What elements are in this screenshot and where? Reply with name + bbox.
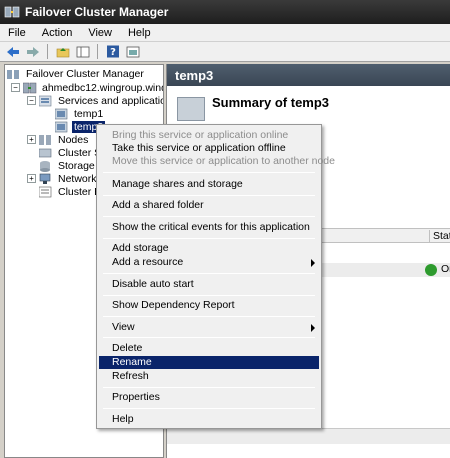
menu-separator bbox=[103, 408, 315, 409]
menu-help[interactable]: Help bbox=[120, 27, 159, 39]
menu-item-manage-shares[interactable]: Manage shares and storage bbox=[99, 178, 319, 191]
menu-item-refresh[interactable]: Refresh bbox=[99, 370, 319, 383]
menu-item-add-resource[interactable]: Add a resource bbox=[99, 256, 319, 269]
toolbar: ? bbox=[0, 42, 450, 62]
horizontal-scrollbar[interactable] bbox=[167, 428, 450, 444]
menu-action[interactable]: Action bbox=[34, 27, 81, 39]
menu-item-label: View bbox=[112, 321, 135, 333]
menu-separator bbox=[103, 238, 315, 239]
menu-item-bring-online[interactable]: Bring this service or application online bbox=[99, 129, 319, 142]
menu-separator bbox=[103, 195, 315, 196]
menu-item-label: Add a resource bbox=[112, 256, 184, 268]
shared-volumes-icon bbox=[38, 147, 53, 159]
show-tree-icon[interactable] bbox=[74, 43, 91, 60]
menu-item-add-storage[interactable]: Add storage bbox=[99, 242, 319, 255]
help-icon[interactable]: ? bbox=[104, 43, 121, 60]
menu-separator bbox=[103, 216, 315, 217]
menu-item-view[interactable]: View bbox=[99, 321, 319, 334]
column-header-row: Statu bbox=[317, 228, 450, 243]
tree-label: Storage bbox=[58, 159, 95, 172]
collapse-toggle[interactable]: − bbox=[27, 96, 36, 105]
menu-file[interactable]: File bbox=[0, 27, 34, 39]
services-icon bbox=[38, 95, 53, 107]
tree-item-temp1[interactable]: temp1 bbox=[54, 107, 105, 120]
menu-separator bbox=[103, 337, 315, 338]
menu-item-dependency-report[interactable]: Show Dependency Report bbox=[99, 299, 319, 312]
table-row[interactable]: Or bbox=[317, 263, 450, 277]
menu-item-take-offline[interactable]: Take this service or application offline bbox=[99, 142, 319, 155]
cluster-manager-icon bbox=[4, 4, 20, 20]
menu-bar: File Action View Help bbox=[0, 24, 450, 42]
menu-item-move[interactable]: Move this service or application to anot… bbox=[99, 155, 335, 168]
menu-separator bbox=[103, 172, 315, 173]
menu-separator bbox=[103, 387, 315, 388]
submenu-arrow-icon bbox=[311, 324, 315, 332]
status-value: Or bbox=[441, 263, 450, 275]
tree-label: ahmedbc12.wingroup.windepl bbox=[42, 81, 163, 94]
networks-icon bbox=[39, 173, 53, 185]
tree-item-services[interactable]: Services and applications bbox=[38, 94, 163, 107]
tree-item-networks[interactable]: Networks bbox=[39, 172, 104, 185]
online-status-icon bbox=[425, 264, 437, 276]
back-arrow-icon[interactable] bbox=[4, 43, 21, 60]
menu-view[interactable]: View bbox=[80, 27, 120, 39]
storage-icon bbox=[39, 160, 53, 172]
tree-label: temp1 bbox=[74, 107, 104, 120]
cluster-manager-icon bbox=[7, 68, 21, 80]
tree-label: Nodes bbox=[58, 133, 89, 146]
menu-item-rename[interactable]: Rename bbox=[99, 356, 319, 369]
toolbar-separator bbox=[97, 44, 98, 59]
menu-item-show-critical-events[interactable]: Show the critical events for this applic… bbox=[99, 221, 319, 234]
context-menu: Bring this service or application online… bbox=[96, 124, 335, 429]
events-icon bbox=[38, 186, 53, 198]
submenu-arrow-icon bbox=[311, 259, 315, 267]
menu-separator bbox=[103, 295, 315, 296]
menu-separator bbox=[103, 273, 315, 274]
window-title: Failover Cluster Manager bbox=[25, 5, 169, 19]
tree-item-nodes[interactable]: Nodes bbox=[39, 133, 90, 146]
application-icon bbox=[177, 97, 205, 121]
tree-item-root[interactable]: Failover Cluster Manager bbox=[7, 67, 146, 80]
menu-item-help[interactable]: Help bbox=[99, 413, 319, 426]
expand-toggle[interactable]: + bbox=[27, 135, 36, 144]
summary-title: Summary of temp3 bbox=[212, 95, 330, 110]
expand-toggle[interactable]: + bbox=[27, 174, 36, 183]
collapse-toggle[interactable]: − bbox=[11, 83, 20, 92]
properties-icon[interactable] bbox=[124, 43, 141, 60]
tree-label: Services and applications bbox=[58, 94, 163, 107]
menu-item-add-shared-folder[interactable]: Add a shared folder bbox=[99, 199, 319, 212]
application-icon bbox=[54, 108, 69, 120]
tree-item-storage[interactable]: Storage bbox=[39, 159, 97, 172]
forward-arrow-icon[interactable] bbox=[24, 43, 41, 60]
title-bar: Failover Cluster Manager bbox=[0, 0, 450, 24]
cluster-icon bbox=[22, 82, 37, 94]
menu-item-properties[interactable]: Properties bbox=[99, 391, 319, 404]
application-icon bbox=[54, 121, 69, 133]
menu-item-delete[interactable]: Delete bbox=[99, 342, 319, 355]
column-header-status[interactable]: Statu bbox=[429, 230, 450, 242]
pane-header: temp3 bbox=[167, 64, 450, 86]
toolbar-separator bbox=[47, 44, 48, 59]
svg-text:?: ? bbox=[110, 47, 116, 58]
tree-item-cluster[interactable]: ahmedbc12.wingroup.windepl bbox=[22, 81, 163, 94]
nodes-icon bbox=[39, 134, 53, 146]
menu-item-disable-auto-start[interactable]: Disable auto start bbox=[99, 278, 319, 291]
up-folder-icon[interactable] bbox=[54, 43, 71, 60]
tree-label: Failover Cluster Manager bbox=[26, 67, 144, 80]
menu-separator bbox=[103, 316, 315, 317]
